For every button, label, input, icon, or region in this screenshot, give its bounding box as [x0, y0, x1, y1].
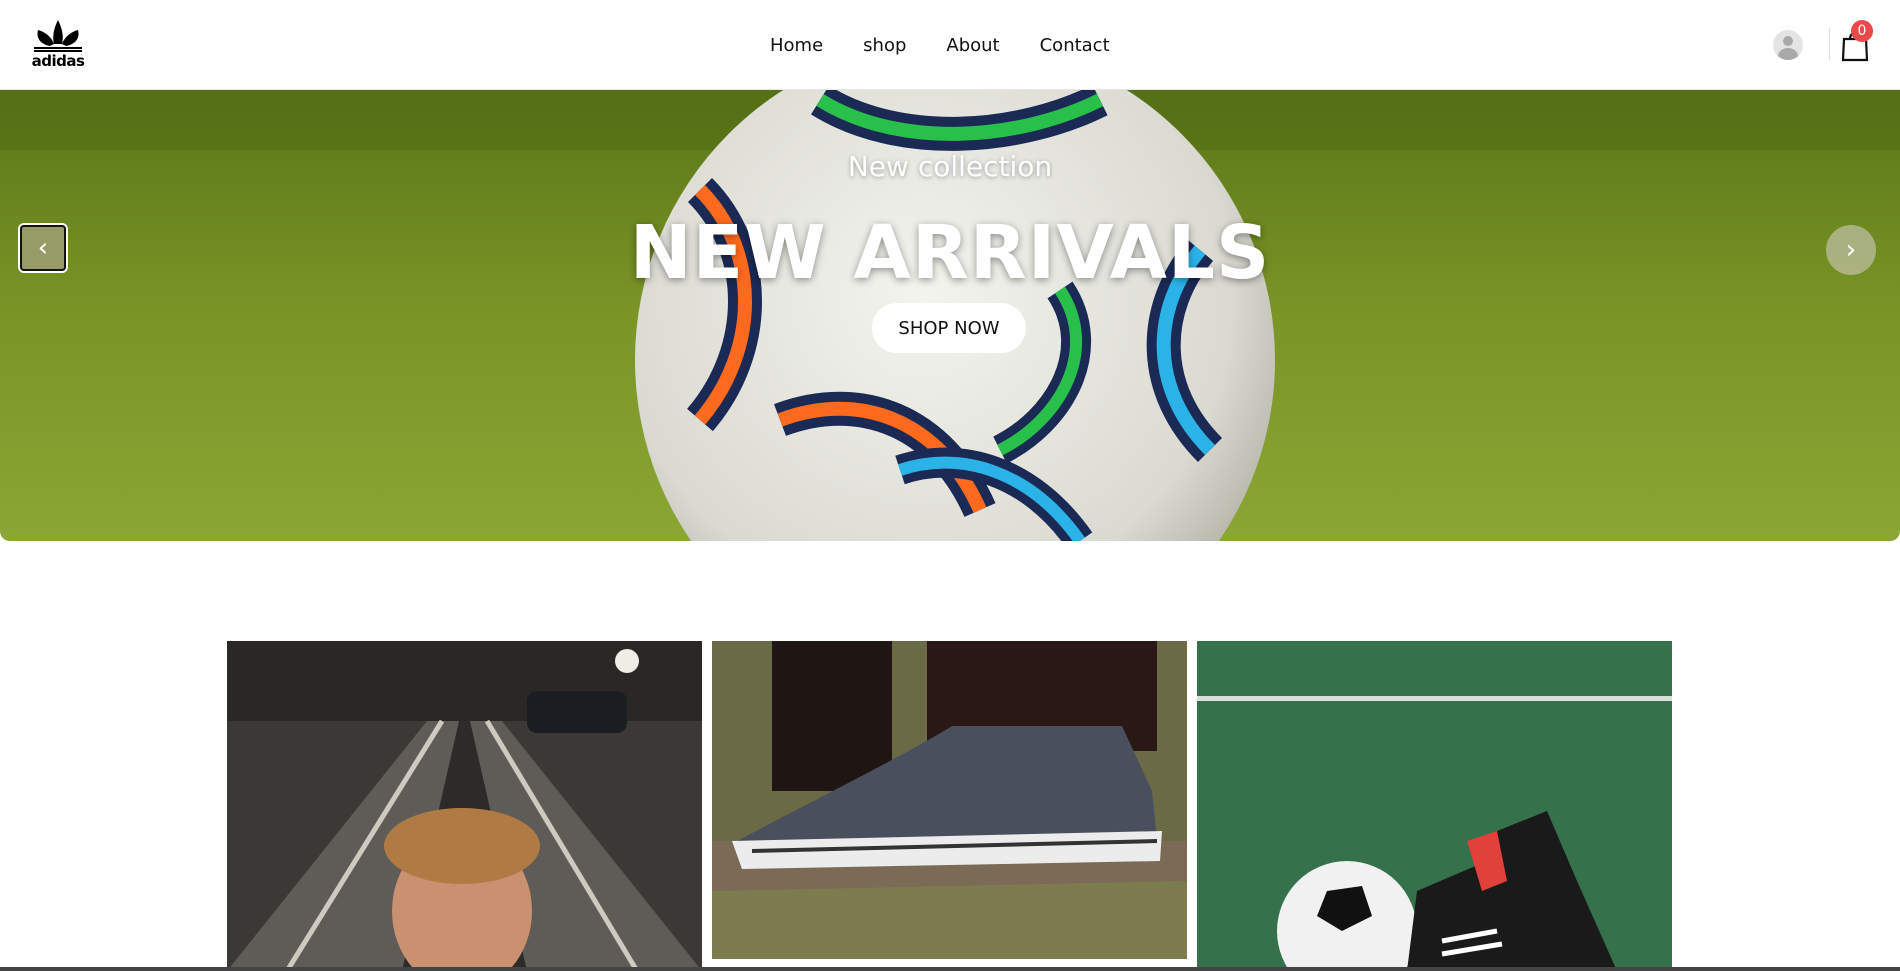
header-divider — [1829, 28, 1830, 60]
product-image-sneaker — [712, 641, 1187, 959]
product-grid — [227, 641, 1673, 971]
nav-about[interactable]: About — [946, 35, 999, 56]
adidas-trefoil-icon — [34, 20, 82, 52]
product-card[interactable] — [712, 641, 1187, 959]
cart-count-badge: 0 — [1851, 20, 1873, 42]
hero-subtitle: New collection — [847, 150, 1053, 183]
shop-now-button[interactable]: SHOP NOW — [872, 303, 1026, 353]
main-nav: Home shop About Contact — [770, 0, 1110, 90]
nav-home[interactable]: Home — [770, 35, 823, 56]
brand-logo[interactable]: adidas — [30, 18, 86, 72]
chevron-right-icon: › — [1845, 235, 1857, 265]
user-icon-body — [1778, 48, 1798, 60]
user-icon[interactable] — [1773, 30, 1803, 60]
product-card[interactable] — [1197, 641, 1672, 971]
product-card[interactable] — [227, 641, 702, 971]
page: adidas Home shop About Contact 0 New col… — [0, 0, 1900, 971]
product-image-man-road — [227, 641, 702, 971]
product-image-football-boots — [1197, 641, 1672, 971]
site-header: adidas Home shop About Contact 0 — [0, 0, 1900, 90]
hero-banner: New collection NEW ARRIVALS SHOP NOW ‹ › — [0, 90, 1900, 541]
logo-wordmark: adidas — [31, 52, 85, 70]
carousel-next-button[interactable]: › — [1826, 225, 1876, 275]
nav-contact[interactable]: Contact — [1040, 35, 1110, 56]
chevron-left-icon: ‹ — [37, 233, 49, 263]
hero-title: NEW ARRIVALS — [629, 210, 1271, 296]
bottom-edge — [0, 967, 1900, 971]
carousel-prev-button[interactable]: ‹ — [18, 223, 68, 273]
user-icon-head — [1783, 36, 1793, 46]
nav-shop[interactable]: shop — [863, 35, 906, 56]
